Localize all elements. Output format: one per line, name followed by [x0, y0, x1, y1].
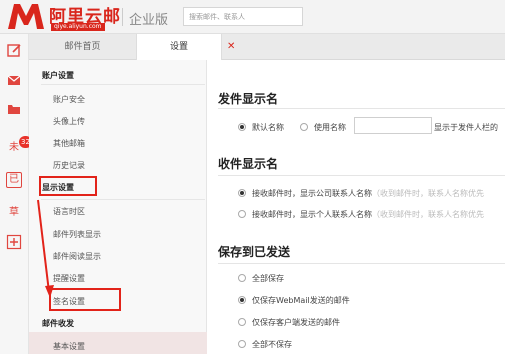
annotation-arrow-icon: [37, 199, 54, 298]
folders-button[interactable]: [6, 101, 22, 117]
folder-icon: [8, 105, 20, 114]
option-save-none: 全部不保存: [252, 340, 292, 349]
close-tab-icon[interactable]: ✕: [227, 34, 235, 60]
radio-personal-contact-name[interactable]: [238, 210, 246, 218]
option-use-name: 使用名称: [314, 123, 346, 132]
radio-save-none[interactable]: [238, 340, 246, 348]
tab-settings[interactable]: 设置: [136, 34, 222, 60]
option-save-client-only: 仅保存客户端发送的邮件: [252, 318, 340, 327]
section-title-save-sent: 保存到已发送: [218, 245, 291, 259]
sent-icon: 已: [6, 172, 22, 188]
radio-save-webmail-only[interactable]: [238, 296, 246, 304]
sender-name-hint: 显示于发件人栏的: [434, 123, 498, 132]
nav-item-basic-settings[interactable]: 基本设置: [53, 341, 85, 352]
radio-use-name[interactable]: [300, 123, 308, 131]
unread-button[interactable]: 未 32: [6, 136, 32, 156]
sent-button[interactable]: 已: [6, 172, 22, 188]
divider: [218, 175, 505, 176]
add-button[interactable]: [6, 234, 22, 250]
aliyun-mail-logo-icon[interactable]: [6, 1, 46, 31]
radio-default-name[interactable]: [238, 123, 246, 131]
settings-content: 发件显示名 默认名称 使用名称 显示于发件人栏的 收件显示名 接收邮件时，显示公…: [207, 60, 505, 354]
display-name-input[interactable]: [354, 117, 432, 134]
divider: [218, 108, 505, 109]
drafts-icon: 草: [9, 207, 19, 218]
option-default-name: 默认名称: [252, 123, 284, 132]
brand-url: qiye.aliyun.com: [51, 23, 105, 31]
envelope-icon: [7, 75, 21, 85]
section-title-sender-display: 发件显示名: [218, 92, 279, 106]
logo-divider: [122, 8, 123, 26]
section-title-receiver-display: 收件显示名: [218, 157, 279, 171]
option-personal-contact-name: 接收邮件时，显示个人联系人名称（收到邮件时，联系人名称优先: [252, 209, 484, 220]
compose-icon: [7, 44, 21, 57]
inbox-button[interactable]: [6, 72, 22, 88]
radio-save-all[interactable]: [238, 274, 246, 282]
edition-label: 企业版: [129, 13, 169, 28]
option-save-all: 全部保存: [252, 274, 284, 283]
option-hint: （收到邮件时，联系人名称优先: [372, 189, 484, 198]
drafts-button[interactable]: 草: [6, 205, 22, 221]
tab-bar: 邮件首页 设置 ✕: [29, 34, 505, 60]
compose-button[interactable]: [6, 42, 22, 58]
radio-save-client-only[interactable]: [238, 318, 246, 326]
settings-nav: 账户设置 账户安全 头像上传 其他邮箱 历史记录 显示设置 语言时区 邮件列表显…: [29, 60, 207, 354]
option-save-webmail-only: 仅保存WebMail发送的邮件: [252, 296, 350, 305]
top-bar: 阿里云邮 qiye.aliyun.com 企业版 搜索邮件、联系人: [0, 0, 505, 34]
radio-company-contact-name[interactable]: [238, 189, 246, 197]
divider: [218, 263, 505, 264]
option-company-contact-name: 接收邮件时，显示公司联系人名称（收到邮件时，联系人名称优先: [252, 188, 484, 199]
left-icon-bar: 未 32 已 草: [0, 34, 32, 354]
tab-mail-home[interactable]: 邮件首页: [29, 34, 136, 60]
option-label: 接收邮件时，显示公司联系人名称: [252, 189, 372, 198]
option-hint: （收到邮件时，联系人名称优先: [372, 210, 484, 219]
option-label: 接收邮件时，显示个人联系人名称: [252, 210, 372, 219]
plus-icon: [6, 234, 22, 250]
search-input[interactable]: 搜索邮件、联系人: [183, 7, 303, 26]
nav-heading-mail: 邮件收发: [42, 319, 74, 328]
